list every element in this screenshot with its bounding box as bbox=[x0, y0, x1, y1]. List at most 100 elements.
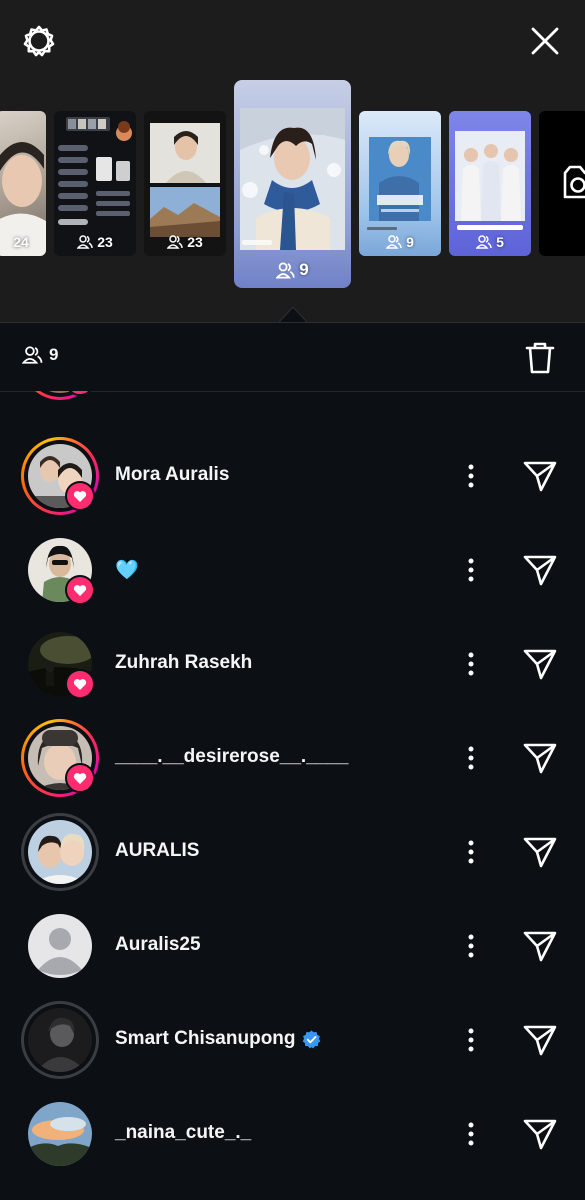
send-icon bbox=[523, 743, 557, 774]
avatar[interactable] bbox=[21, 907, 99, 985]
send-icon bbox=[523, 837, 557, 868]
more-options-button[interactable] bbox=[458, 550, 484, 590]
username[interactable]: _naina_cute_._ bbox=[115, 1122, 251, 1144]
more-vertical-icon bbox=[468, 652, 474, 676]
more-vertical-icon bbox=[468, 1028, 474, 1052]
username-text: AURALIS bbox=[115, 840, 200, 861]
default-avatar bbox=[28, 914, 92, 978]
story-thumbnail[interactable]: 24 bbox=[0, 111, 46, 256]
viewer-list[interactable]: Mora Auralis 🩵 Zuhrah Rasekh ____.__desi… bbox=[0, 391, 585, 1200]
avatar[interactable] bbox=[21, 813, 99, 891]
more-vertical-icon bbox=[468, 1122, 474, 1146]
more-options-button[interactable] bbox=[458, 456, 484, 496]
avatar-image bbox=[28, 820, 92, 884]
more-options-button[interactable] bbox=[458, 1020, 484, 1060]
send-message-button[interactable] bbox=[518, 831, 562, 873]
list-item[interactable]: Mora Auralis bbox=[0, 429, 585, 523]
trash-icon bbox=[525, 342, 555, 374]
heart-icon bbox=[73, 490, 87, 502]
avatar[interactable] bbox=[21, 1095, 99, 1173]
verified-badge-icon bbox=[302, 1029, 320, 1048]
send-icon bbox=[523, 1119, 557, 1150]
viewer-count: 9 bbox=[22, 345, 58, 365]
send-message-button[interactable] bbox=[518, 1019, 562, 1061]
list-item[interactable]: 🩵 bbox=[0, 523, 585, 617]
list-item[interactable]: _naina_cute_._ bbox=[0, 1087, 585, 1181]
story-thumbnail-selected[interactable]: 9 bbox=[234, 80, 351, 288]
avatar[interactable] bbox=[21, 437, 99, 515]
list-item[interactable]: Smart Chisanupong bbox=[0, 993, 585, 1087]
username-text: 🩵 bbox=[115, 560, 139, 581]
story-viewer-count: 9 bbox=[299, 260, 309, 279]
more-options-button[interactable] bbox=[458, 644, 484, 684]
person-icon bbox=[38, 928, 82, 975]
selected-story-pointer bbox=[279, 306, 307, 323]
more-options-button[interactable] bbox=[458, 738, 484, 778]
more-vertical-icon bbox=[468, 934, 474, 958]
delete-story-button[interactable] bbox=[519, 337, 561, 379]
username[interactable]: Auralis25 bbox=[115, 934, 201, 956]
avatar[interactable] bbox=[21, 625, 99, 703]
story-viewer-count: 23 bbox=[97, 234, 113, 250]
username-text: Mora Auralis bbox=[115, 464, 230, 485]
story-image bbox=[240, 108, 345, 250]
story-thumbnail[interactable]: 5 bbox=[449, 111, 531, 256]
settings-button[interactable] bbox=[18, 20, 60, 62]
heart-icon bbox=[73, 678, 87, 690]
send-message-button[interactable] bbox=[518, 549, 562, 591]
story-thumbnail[interactable]: 9 bbox=[359, 111, 441, 256]
list-item[interactable]: Zuhrah Rasekh bbox=[0, 617, 585, 711]
viewer-count-value: 9 bbox=[49, 345, 59, 364]
story-viewer-count: 23 bbox=[187, 234, 203, 250]
username[interactable]: 🩵 bbox=[115, 558, 139, 582]
list-item[interactable]: AURALIS bbox=[0, 805, 585, 899]
list-item[interactable]: Auralis25 bbox=[0, 899, 585, 993]
story-thumbnail[interactable]: 23 bbox=[144, 111, 226, 256]
like-badge bbox=[65, 481, 95, 511]
like-badge bbox=[65, 763, 95, 793]
viewers-icon bbox=[22, 346, 43, 364]
close-button[interactable] bbox=[524, 20, 566, 62]
more-vertical-icon bbox=[468, 840, 474, 864]
heart-icon bbox=[73, 584, 87, 596]
avatar-image bbox=[28, 1102, 92, 1166]
send-message-button[interactable] bbox=[518, 455, 562, 497]
story-tray-area: 24 23 23 9 9 5 bbox=[0, 0, 585, 323]
viewers-icon bbox=[276, 261, 295, 279]
send-message-button[interactable] bbox=[518, 737, 562, 779]
send-icon bbox=[523, 931, 557, 962]
more-options-button[interactable] bbox=[458, 1114, 484, 1154]
username[interactable]: Zuhrah Rasekh bbox=[115, 652, 252, 674]
send-message-button[interactable] bbox=[518, 1113, 562, 1155]
username-text: Zuhrah Rasekh bbox=[115, 652, 253, 673]
username[interactable]: Smart Chisanupong bbox=[115, 1028, 321, 1050]
send-message-button[interactable] bbox=[518, 925, 562, 967]
avatar[interactable] bbox=[21, 1001, 99, 1079]
list-item[interactable] bbox=[0, 391, 585, 408]
send-icon bbox=[523, 555, 557, 586]
username-text: _naina_cute_._ bbox=[115, 1122, 252, 1143]
username[interactable]: Mora Auralis bbox=[115, 464, 229, 486]
username-text: Auralis25 bbox=[115, 934, 201, 955]
like-badge bbox=[65, 575, 95, 605]
avatar[interactable] bbox=[21, 391, 99, 400]
viewers-icon bbox=[167, 235, 183, 249]
story-thumbnail[interactable]: 23 bbox=[54, 111, 136, 256]
send-icon bbox=[523, 1025, 557, 1056]
viewers-icon bbox=[476, 235, 492, 249]
username-text: ____.__desirerose__.____ bbox=[115, 746, 349, 767]
more-options-button[interactable] bbox=[458, 926, 484, 966]
story-viewer-count: 24 bbox=[13, 234, 29, 250]
more-options-button[interactable] bbox=[458, 832, 484, 872]
add-story-tile[interactable] bbox=[539, 111, 585, 256]
heart-icon bbox=[73, 772, 87, 784]
send-message-button[interactable] bbox=[518, 643, 562, 685]
more-vertical-icon bbox=[468, 746, 474, 770]
avatar[interactable] bbox=[21, 719, 99, 797]
gear-icon bbox=[23, 25, 55, 57]
username[interactable]: ____.__desirerose__.____ bbox=[115, 746, 348, 768]
list-item[interactable]: ____.__desirerose__.____ bbox=[0, 711, 585, 805]
avatar[interactable] bbox=[21, 531, 99, 609]
username[interactable]: AURALIS bbox=[115, 840, 199, 862]
story-viewer-count: 5 bbox=[496, 234, 504, 250]
